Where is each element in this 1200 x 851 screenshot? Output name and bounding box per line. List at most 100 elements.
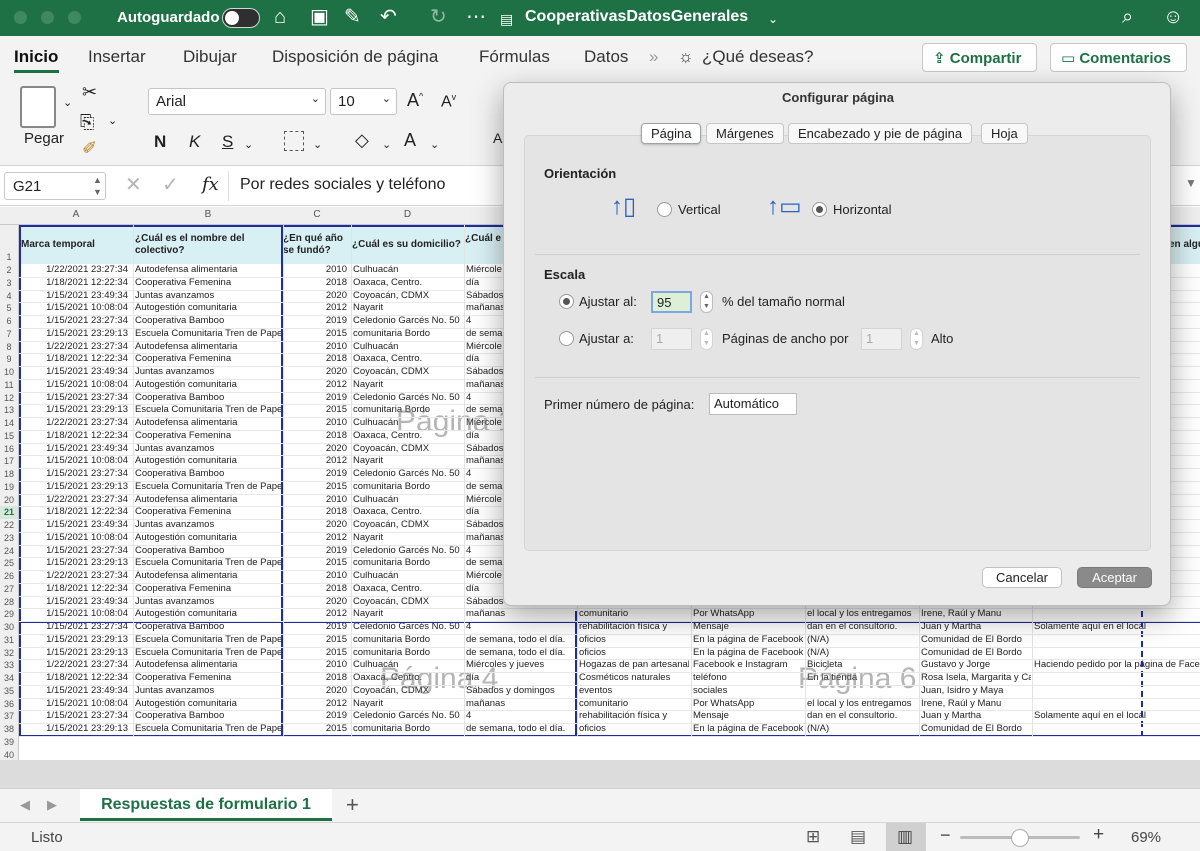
zoom-slider-handle[interactable] <box>1010 829 1029 847</box>
table-cell[interactable]: 1/18/2021 12:22:34 <box>19 506 131 519</box>
row-header[interactable]: 26 <box>0 570 18 583</box>
fit-to-radio[interactable] <box>559 331 574 346</box>
adjust-to-label[interactable]: Ajustar al: <box>579 294 637 309</box>
table-cell[interactable]: Autogestión comunitaria <box>133 698 281 711</box>
table-cell[interactable]: 1/18/2021 12:22:34 <box>19 430 131 443</box>
dialog-tab-encabezado[interactable]: Encabezado y pie de página <box>788 123 973 144</box>
fill-color-icon[interactable]: ◇ <box>355 130 369 151</box>
cancel-formula-icon[interactable]: ✕ <box>125 172 142 197</box>
row-header[interactable]: 9 <box>0 353 18 366</box>
table-row[interactable]: 1/15/2021 23:27:34 Cooperativa Bamboo 2019… <box>19 710 1200 723</box>
table-cell[interactable]: 1/22/2021 23:27:34 <box>19 264 131 277</box>
copy-icon[interactable]: ⎘ <box>80 112 94 133</box>
first-page-input[interactable]: Automático <box>709 393 797 415</box>
table-cell[interactable]: Autodefensa alimentaria <box>133 341 281 354</box>
row-header[interactable]: 30 <box>0 621 18 634</box>
table-cell[interactable]: Rosa Isela, Margarita y Catalina <box>919 672 1031 685</box>
minimize-window-button[interactable] <box>40 10 55 25</box>
table-row[interactable]: 1/15/2021 10:08:04 Autogestión comunitari… <box>19 608 1200 621</box>
table-cell[interactable]: 2018 <box>283 672 349 685</box>
table-cell[interactable]: En la página de Facebook <box>691 634 803 647</box>
sheet-tab-responses[interactable]: Respuestas de formulario 1 <box>80 789 332 821</box>
table-row[interactable]: 1/15/2021 23:29:13 Escuela Comunitaria Tr… <box>19 647 1200 660</box>
table-cell[interactable]: Escuela Comunitaria Tren de Papel <box>133 557 281 570</box>
dialog-tab-margenes[interactable]: Márgenes <box>706 123 784 144</box>
row-header[interactable]: 27 <box>0 583 18 596</box>
table-row[interactable]: 1/15/2021 23:29:13 Escuela Comunitaria Tr… <box>19 723 1200 736</box>
table-cell[interactable]: Oaxaca, Centro. <box>351 506 462 519</box>
table-cell[interactable]: Nayarit <box>351 302 462 315</box>
zoom-in-icon[interactable]: + <box>1093 824 1104 846</box>
table-cell[interactable]: Mensaje <box>691 710 803 723</box>
table-cell[interactable]: Autogestión comunitaria <box>133 302 281 315</box>
table-cell[interactable]: 1/15/2021 23:29:13 <box>19 481 131 494</box>
table-cell[interactable]: Oaxaca, Centro. <box>351 277 462 290</box>
font-color-dropdown-icon[interactable]: ⌄ <box>430 138 439 151</box>
column-header[interactable]: A <box>19 209 133 220</box>
row-header[interactable]: 32 <box>0 647 18 660</box>
increase-font-icon[interactable]: A^ <box>407 90 423 111</box>
table-row[interactable]: 1/15/2021 10:08:04 Autogestión comunitari… <box>19 698 1200 711</box>
table-cell[interactable]: Culhuacán <box>351 570 462 583</box>
table-cell[interactable]: Oaxaca, Centro. <box>351 353 462 366</box>
borders-icon[interactable] <box>284 131 304 151</box>
table-cell[interactable]: Juntas avanzamos <box>133 366 281 379</box>
table-cell[interactable]: 1/15/2021 23:49:34 <box>19 519 131 532</box>
table-cell[interactable]: Autodefensa alimentaria <box>133 417 281 430</box>
row-header[interactable]: 2 <box>0 264 18 277</box>
table-cell[interactable]: Cooperativa Bamboo <box>133 315 281 328</box>
row-header[interactable]: 3 <box>0 277 18 290</box>
table-cell[interactable]: Cooperativa Femenina <box>133 672 281 685</box>
font-color-icon[interactable]: A <box>404 130 416 151</box>
table-cell[interactable]: Escuela Comunitaria Tren de Papel <box>133 634 281 647</box>
table-cell[interactable]: Celedonio Garcés No. 50 <box>351 545 462 558</box>
fit-to-label[interactable]: Ajustar a: <box>579 331 634 346</box>
normal-view-icon[interactable]: ⊞ <box>806 827 820 847</box>
table-cell[interactable]: mañanas <box>464 608 575 621</box>
table-cell[interactable]: Juan y Martha <box>919 710 1031 723</box>
row-header[interactable]: 29 <box>0 608 18 621</box>
row-header[interactable]: 6 <box>0 315 18 328</box>
home-icon[interactable]: ⌂ <box>274 5 286 29</box>
decrease-font-icon[interactable]: Av <box>441 92 456 111</box>
share-button[interactable]: ⇪ Compartir <box>922 43 1037 72</box>
table-cell[interactable]: 2020 <box>283 596 349 609</box>
search-icon[interactable]: ⌕ <box>1122 5 1133 29</box>
table-cell[interactable]: Gustavo y Jorge <box>919 659 1031 672</box>
table-cell[interactable]: 1/15/2021 23:49:34 <box>19 366 131 379</box>
table-cell[interactable]: Cooperativa Femenina <box>133 353 281 366</box>
table-cell[interactable]: 1/18/2021 12:22:34 <box>19 277 131 290</box>
table-cell[interactable]: 2019 <box>283 545 349 558</box>
zoom-out-icon[interactable]: − <box>940 825 951 846</box>
table-cell[interactable]: 4 <box>464 710 575 723</box>
table-cell[interactable]: (N/A) <box>805 634 917 647</box>
table-cell[interactable]: 2010 <box>283 570 349 583</box>
chevron-down-icon[interactable]: ⌄ <box>768 7 778 31</box>
table-cell[interactable]: Cooperativa Bamboo <box>133 545 281 558</box>
adjust-to-stepper[interactable]: ▲ ▼ <box>700 291 713 313</box>
landscape-radio[interactable] <box>812 202 827 217</box>
zoom-slider-track[interactable] <box>960 829 1080 847</box>
table-cell[interactable]: Cooperativa Bamboo <box>133 392 281 405</box>
row-header[interactable]: 17 <box>0 455 18 468</box>
table-cell[interactable]: Juntas avanzamos <box>133 519 281 532</box>
table-cell[interactable]: comunitaria Bordo <box>351 481 462 494</box>
table-cell[interactable]: 2019 <box>283 468 349 481</box>
table-cell[interactable]: Coyoacán, CDMX <box>351 290 462 303</box>
table-cell[interactable]: 2020 <box>283 519 349 532</box>
table-cell[interactable]: Juan, Isidro y Maya <box>919 685 1031 698</box>
table-cell[interactable]: Por WhatsApp <box>691 698 803 711</box>
table-cell[interactable]: 1/15/2021 23:49:34 <box>19 596 131 609</box>
tab-disposicion[interactable]: Disposición de página <box>272 47 438 67</box>
table-cell[interactable]: 2010 <box>283 341 349 354</box>
table-cell[interactable]: Escuela Comunitaria Tren de Papel <box>133 723 281 736</box>
table-cell[interactable]: 1/18/2021 12:22:34 <box>19 353 131 366</box>
table-cell[interactable]: el local y los entregamos <box>805 608 917 621</box>
table-cell[interactable]: 1/22/2021 23:27:34 <box>19 570 131 583</box>
table-cell[interactable]: 1/15/2021 10:08:04 <box>19 608 131 621</box>
edit-save-icon[interactable]: ✎ <box>344 5 361 29</box>
table-cell[interactable]: Autogestión comunitaria <box>133 608 281 621</box>
bold-button[interactable]: N <box>154 132 166 152</box>
table-cell[interactable]: 1/15/2021 23:49:34 <box>19 290 131 303</box>
table-cell[interactable]: 1/22/2021 23:27:34 <box>19 494 131 507</box>
